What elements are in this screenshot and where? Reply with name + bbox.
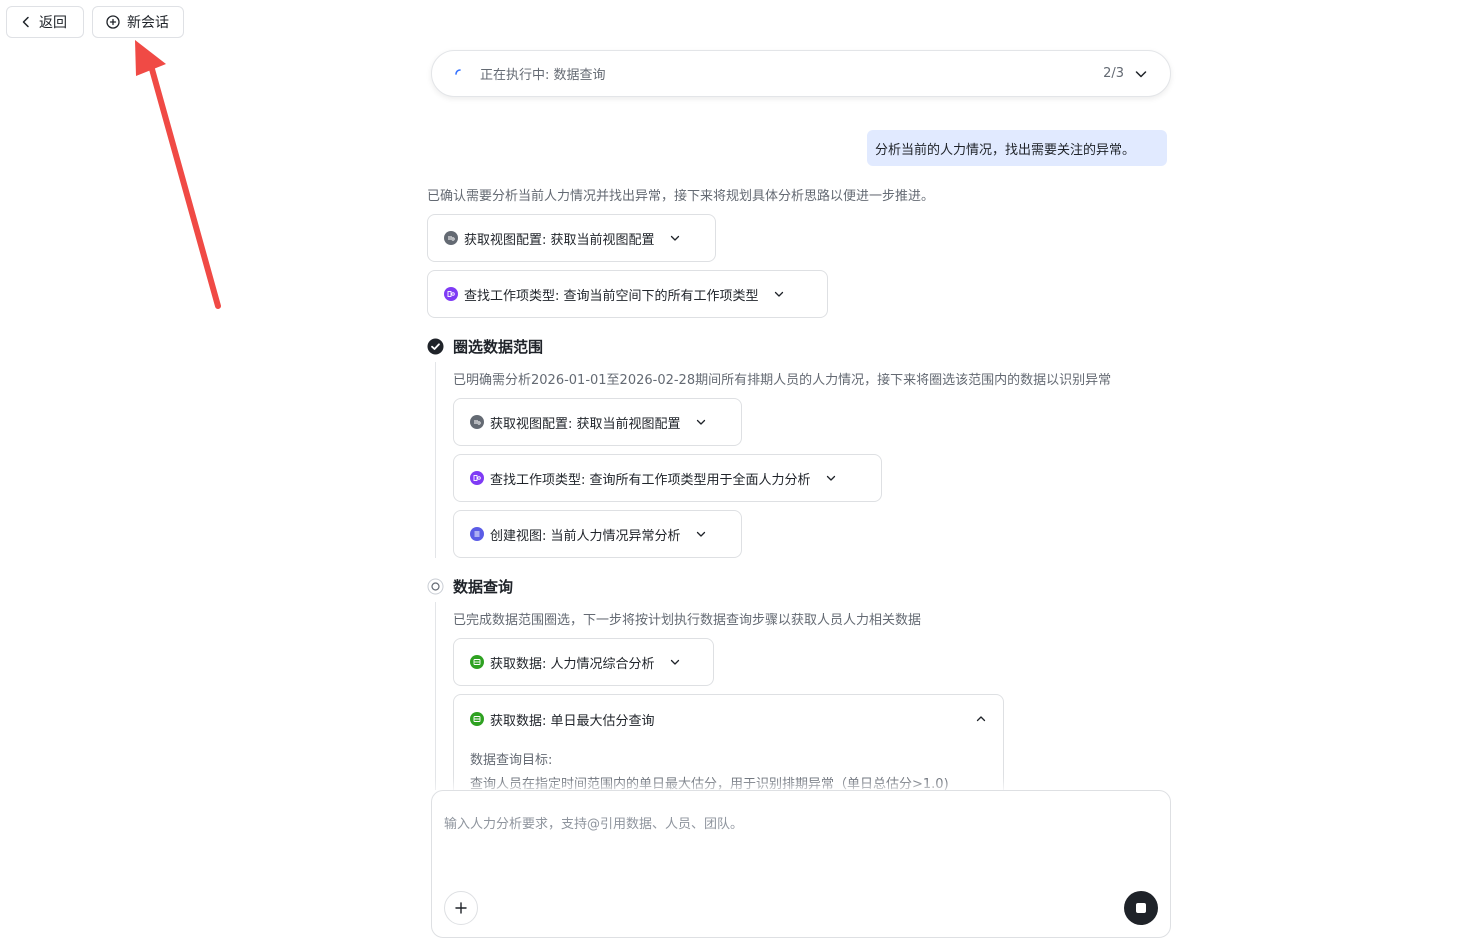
chevron-down-icon[interactable] — [1134, 67, 1148, 81]
chevron-down-icon — [826, 475, 835, 481]
expanded-card-header[interactable]: 获取数据: 单日最大估分查询 — [454, 695, 1003, 743]
tool-card-label: 创建视图: 当前人力情况异常分析 — [490, 528, 681, 544]
tool-card-label: 获取数据: 单日最大估分查询 — [490, 713, 655, 729]
step-title: 数据查询 — [453, 578, 514, 596]
user-message-bubble: 分析当前的人力情况，找出需要关注的异常。 — [867, 130, 1167, 166]
tool-card-view-config[interactable]: 获取视图配置: 获取当前视图配置 — [427, 214, 716, 262]
tool-card-data-fetch[interactable]: 获取数据: 人力情况综合分析 — [453, 638, 714, 686]
loading-spinner-icon — [455, 68, 461, 75]
view-config-icon — [470, 415, 484, 429]
assistant-intro-text: 已确认需要分析当前人力情况并找出异常，接下来将规划具体分析思路以便进一步推进。 — [427, 189, 935, 204]
add-attachment-button[interactable] — [444, 891, 478, 925]
new-chat-icon — [106, 15, 120, 29]
back-button[interactable]: 返回 — [6, 6, 84, 38]
tool-card-label: 获取视图配置: 获取当前视图配置 — [464, 232, 655, 248]
work-item-type-icon — [444, 287, 458, 301]
step-description: 已完成数据范围圈选，下一步将按计划执行数据查询步骤以获取人员人力相关数据 — [453, 613, 922, 628]
chevron-down-icon — [696, 419, 705, 425]
tool-card-label: 获取视图配置: 获取当前视图配置 — [490, 416, 681, 432]
step-description: 已明确需分析2026-01-01至2026-02-28期间所有排期人员的人力情况… — [453, 373, 1112, 388]
data-fetch-icon — [470, 712, 484, 726]
chevron-down-icon — [774, 291, 783, 297]
tool-card-label: 获取数据: 人力情况综合分析 — [490, 656, 655, 672]
status-progress: 2/3 — [1103, 66, 1124, 81]
new-chat-button[interactable]: 新会话 — [92, 6, 184, 38]
step-running-circle-icon — [427, 578, 444, 595]
step-done-check-icon — [427, 338, 444, 355]
work-item-type-icon — [470, 471, 484, 485]
chat-input-panel — [431, 790, 1171, 938]
execution-status-bar[interactable]: 正在执行中: 数据查询 2/3 — [431, 50, 1171, 97]
chevron-left-icon — [22, 16, 29, 28]
plus-icon — [455, 902, 467, 914]
view-config-icon — [444, 231, 458, 245]
chevron-up-icon — [976, 716, 986, 722]
back-label: 返回 — [39, 15, 67, 31]
chevron-down-icon — [670, 659, 679, 665]
timeline-line — [435, 602, 436, 790]
tool-card-work-item-type[interactable]: 查找工作项类型: 查询所有工作项类型用于全面人力分析 — [453, 454, 882, 502]
tool-card-label: 查找工作项类型: 查询当前空间下的所有工作项类型 — [464, 288, 759, 304]
detail-title: 数据查询目标: — [470, 753, 553, 768]
stop-icon — [1136, 903, 1146, 913]
create-view-icon — [470, 527, 484, 541]
data-fetch-icon — [470, 655, 484, 669]
chevron-down-icon — [696, 531, 705, 537]
tool-card-label: 查找工作项类型: 查询所有工作项类型用于全面人力分析 — [490, 472, 811, 488]
new-chat-label: 新会话 — [127, 15, 169, 31]
step-title: 圈选数据范围 — [453, 338, 544, 356]
tool-card-work-item-type[interactable]: 查找工作项类型: 查询当前空间下的所有工作项类型 — [427, 270, 828, 318]
chevron-down-icon — [670, 235, 679, 241]
tool-card-create-view[interactable]: 创建视图: 当前人力情况异常分析 — [453, 510, 742, 558]
tool-card-view-config[interactable]: 获取视图配置: 获取当前视图配置 — [453, 398, 742, 446]
timeline-line — [435, 362, 436, 558]
chat-input[interactable] — [444, 813, 1144, 873]
status-text: 正在执行中: 数据查询 — [480, 68, 606, 83]
stop-generation-button[interactable] — [1124, 891, 1158, 925]
